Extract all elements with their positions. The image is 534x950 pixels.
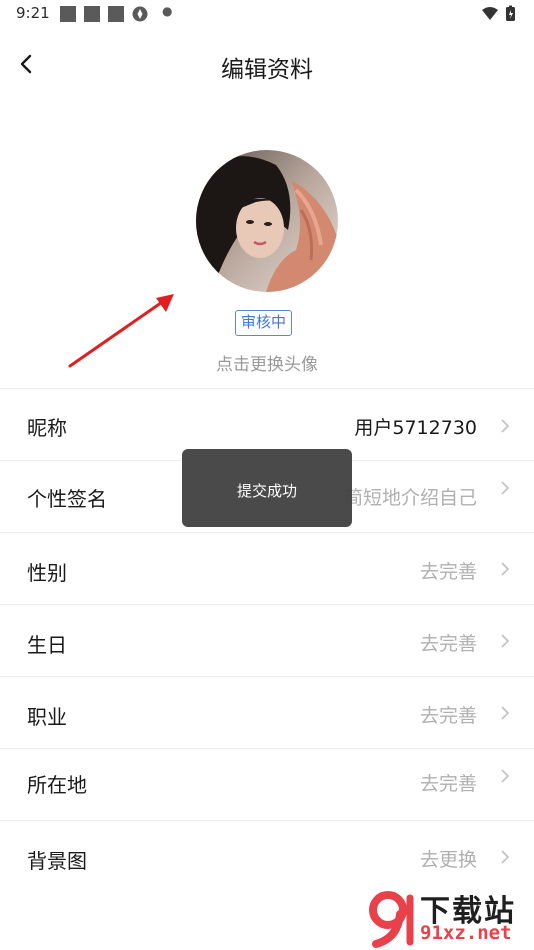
wifi-battery-icon bbox=[482, 5, 515, 21]
row-label: 个性签名 bbox=[27, 487, 107, 511]
row-value: 去完善 bbox=[419, 705, 477, 727]
avatar[interactable] bbox=[196, 150, 338, 292]
chevron-right-icon bbox=[501, 481, 510, 495]
chevron-right-icon bbox=[501, 562, 510, 576]
avatar-photo bbox=[196, 150, 338, 292]
row-value: 用户5712730 bbox=[354, 417, 477, 439]
watermark: 下载站 91xz.net bbox=[364, 884, 534, 950]
chevron-right-icon bbox=[501, 706, 510, 720]
page-title: 编辑资料 bbox=[221, 57, 313, 83]
status-bar: 9:21 ● bbox=[0, 0, 534, 28]
row-label: 性别 bbox=[27, 561, 67, 585]
chevron-right-icon bbox=[501, 850, 510, 864]
toast: 提交成功 bbox=[182, 449, 352, 527]
row-occupation[interactable]: 职业 去完善 bbox=[0, 676, 534, 748]
row-label: 职业 bbox=[27, 705, 67, 729]
row-value: 去完善 bbox=[419, 773, 477, 795]
nav-bar: 编辑资料 bbox=[0, 40, 534, 90]
row-label: 所在地 bbox=[27, 773, 87, 797]
row-label: 昵称 bbox=[27, 416, 67, 440]
change-avatar-hint[interactable]: 点击更换头像 bbox=[0, 350, 534, 375]
row-label: 背景图 bbox=[27, 849, 87, 873]
row-background-image[interactable]: 背景图 去更换 bbox=[0, 820, 534, 892]
row-value: 去完善 bbox=[419, 561, 477, 583]
sync-icon bbox=[132, 6, 148, 22]
notification-icon bbox=[108, 6, 124, 22]
notification-icon bbox=[60, 6, 76, 22]
notification-icon bbox=[84, 6, 100, 22]
review-status-badge: 审核中 bbox=[235, 310, 293, 336]
row-value: 去完善 bbox=[419, 633, 477, 655]
row-value: 去更换 bbox=[419, 849, 477, 871]
chevron-right-icon bbox=[501, 634, 510, 648]
row-birthday[interactable]: 生日 去完善 bbox=[0, 604, 534, 676]
status-time: 9:21 bbox=[16, 4, 50, 22]
row-value: 简短地介绍自己 bbox=[343, 487, 477, 509]
chevron-right-icon bbox=[501, 419, 510, 433]
chevron-right-icon bbox=[501, 769, 510, 783]
toast-text: 提交成功 bbox=[236, 482, 297, 500]
more-notifications-icon: ● bbox=[162, 4, 173, 18]
row-label: 生日 bbox=[27, 633, 67, 657]
watermark-logo bbox=[369, 891, 414, 948]
row-location[interactable]: 所在地 去完善 bbox=[0, 748, 534, 820]
row-gender[interactable]: 性别 去完善 bbox=[0, 532, 534, 604]
watermark-url: 91xz.net bbox=[420, 922, 512, 944]
